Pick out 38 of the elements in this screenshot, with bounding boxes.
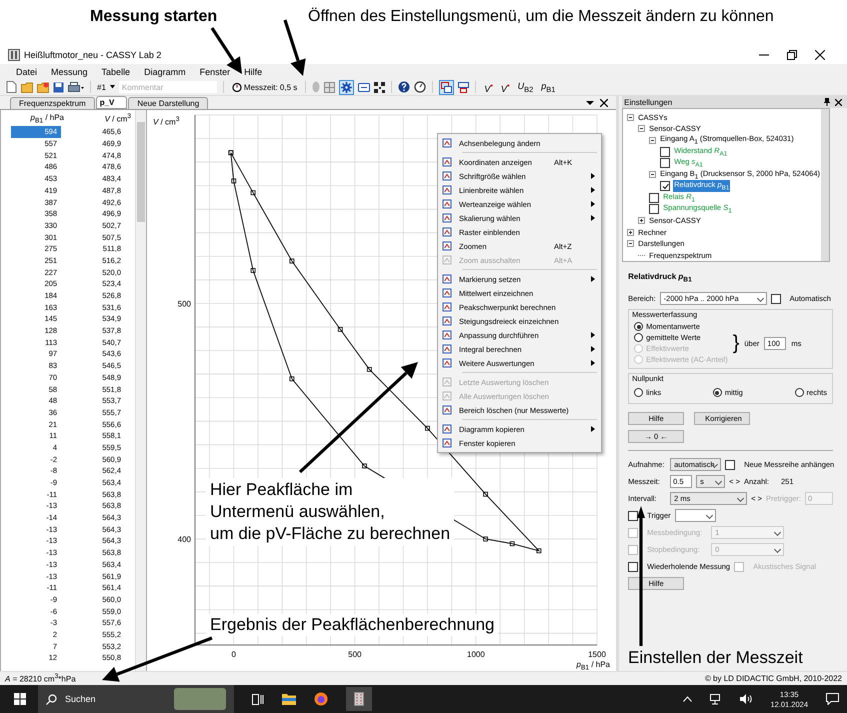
quantity-button[interactable]: U$_{B2}$ [516,80,536,94]
result-text: A = 28210 cm$^{3}$*hPa [5,673,76,684]
quantity-button[interactable]: p$_{B1}$ [539,80,558,94]
annotation-text: Ergebnis der Peakflächenberechnung [206,614,498,636]
menu-item[interactable]: Messung [51,66,88,77]
axis-tick-label: 500 [178,300,191,309]
axis-tick-label: 1000 [467,650,485,660]
axis-label: p$_{B1}$ / hPa [576,660,610,672]
axis-tick-label: 0 [232,650,236,660]
tab[interactable]: p_V [96,96,128,110]
annotation-text: Öffnen des Einstellungsmenü, um die Messzeit ändern zu können [308,8,774,26]
brace: } [732,333,740,353]
column-header: p$_{B1}$ / hPa [29,112,65,124]
menu-item[interactable]: Datei [16,66,38,77]
menu-item[interactable]: Diagramm [144,66,186,77]
taskbar-search-field[interactable]: Suchen [38,685,234,713]
column-header: V / cm$^{3}$ [104,113,132,124]
menu-item[interactable]: Tabelle [102,66,130,77]
quantity-button[interactable]: V$^{•}$ [482,80,495,94]
axis-tick-label: 1500 [588,650,606,660]
annotation-text: Messung starten [90,8,218,26]
tab[interactable]: Neue Darstellung [128,97,208,110]
comment-field[interactable]: Kommentar [118,81,217,94]
menu-item[interactable]: Hilfe [244,66,262,77]
window-title: Heißluftmotor_neu - CASSY Lab 2 [24,50,162,60]
settings-title: Relativdruck p$_{B1}$ [628,272,693,284]
measure-time-button[interactable]: Messzeit: 0,5 s [230,82,300,92]
series-dropdown[interactable]: #1 [97,82,106,92]
copyright-text: © by LD DIDACTIC GmbH, 2010-2022 [704,674,842,684]
axis-label: V / cm$^{3}$ [153,116,180,128]
quantity-button[interactable]: V$^{•}$ [498,80,512,94]
axis-tick-label: 500 [348,650,362,660]
panel-title: Einstellungen [624,98,672,107]
tab[interactable]: Frequenzspektrum [10,97,95,110]
menu-item[interactable]: Fenster [200,66,230,77]
annotation-text: Hier Peakfläche im Untermenü auswählen, um die pV-Fläche zu berechnen [206,478,454,546]
search-placeholder: Suchen [65,694,96,704]
axis-tick-label: 400 [178,535,191,544]
